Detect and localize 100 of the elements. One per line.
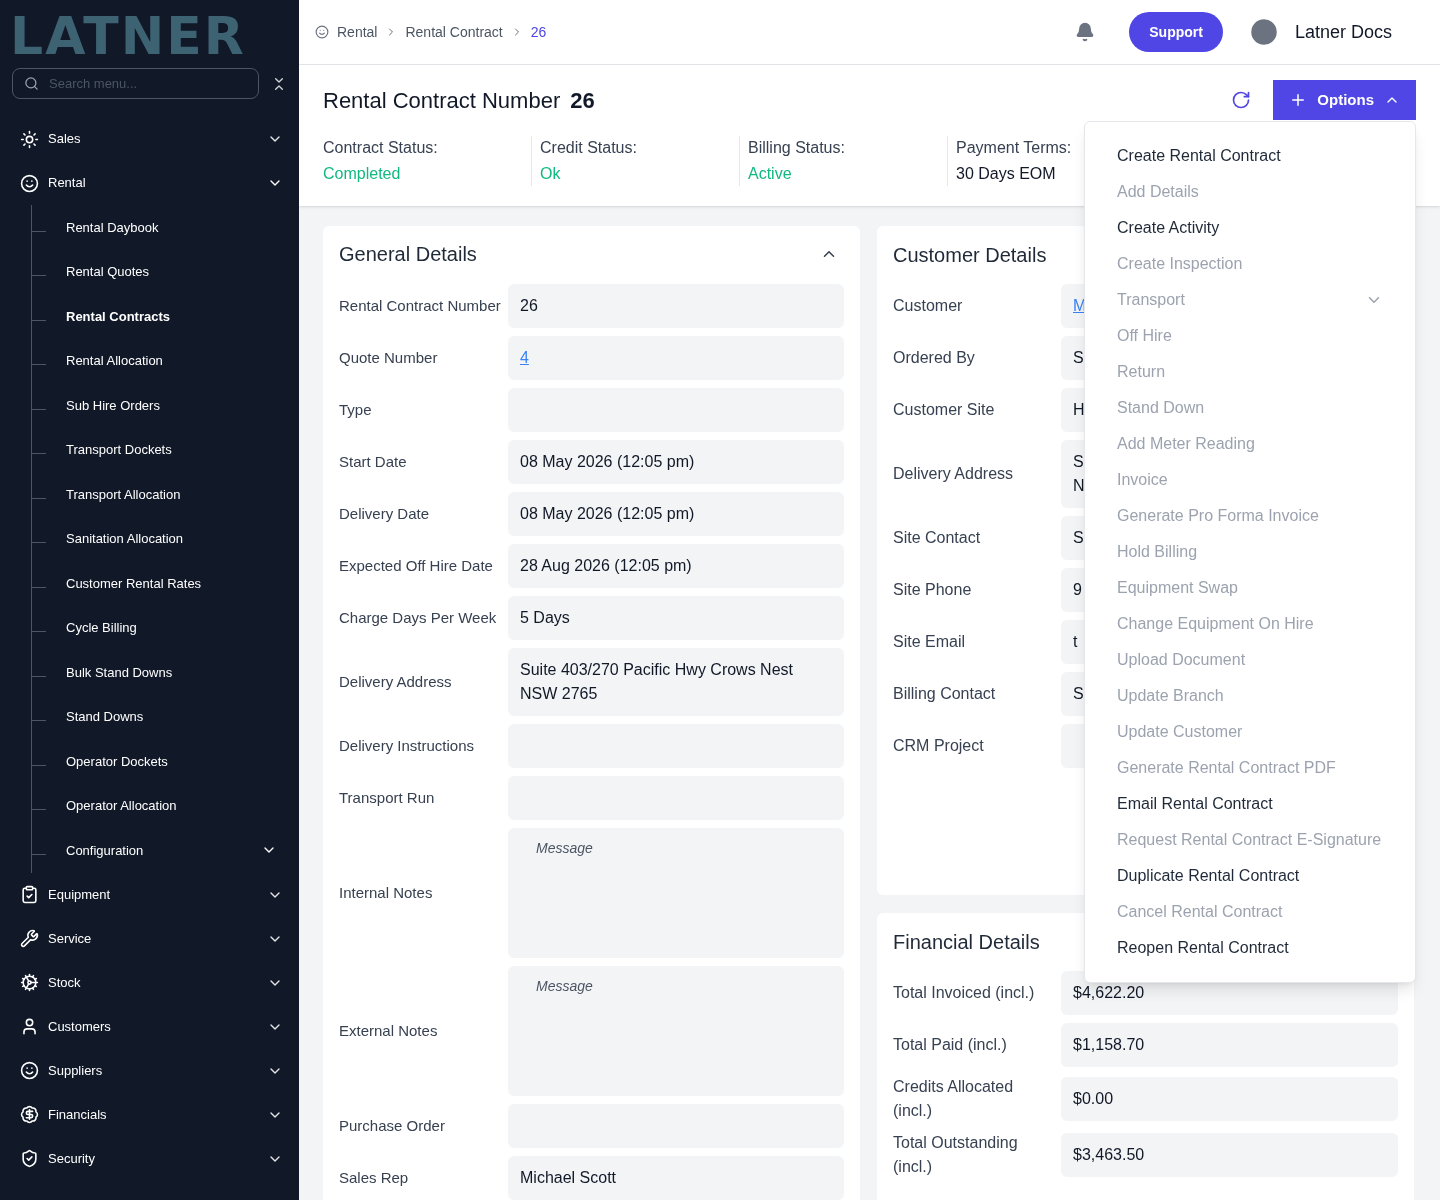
field-label: Rental Contract Number	[339, 296, 502, 316]
nav-subitem[interactable]: Sanitation Allocation	[66, 529, 277, 549]
bell-icon[interactable]	[1075, 22, 1096, 42]
field-value: 08 May 2026 (12:05 pm)	[508, 492, 844, 536]
field-label: Ordered By	[893, 348, 976, 368]
card-title: Customer Details	[893, 243, 1047, 268]
status-label: Credit Status:	[540, 138, 637, 158]
field-label: Site Email	[893, 632, 967, 652]
field-label: Start Date	[339, 452, 408, 472]
field-label: Total Invoiced (incl.)	[893, 983, 1036, 1003]
field-label: Customer Site	[893, 400, 996, 420]
menu-item[interactable]: Email Rental Contract	[1085, 786, 1415, 822]
nav-subitem[interactable]: Transport Dockets	[66, 440, 277, 460]
field-label: Purchase Order	[339, 1116, 446, 1136]
field-value: Michael Scott	[508, 1156, 844, 1200]
menu-item[interactable]: Create Rental Contract	[1085, 138, 1415, 174]
cog-icon	[20, 973, 39, 992]
user-name[interactable]: Latner Docs	[1294, 18, 1392, 46]
field-value: $1,158.70	[1061, 1023, 1398, 1067]
breadcrumb-link[interactable]: Rental Contract	[405, 21, 503, 43]
field-label: Charge Days Per Week	[339, 608, 498, 628]
menu-item[interactable]: Reopen Rental Contract	[1085, 930, 1415, 966]
nav-item[interactable]: Financials	[0, 1092, 299, 1137]
nav-subitem[interactable]: Configuration	[66, 840, 277, 860]
status-label: Payment Terms:	[956, 138, 1072, 158]
support-button[interactable]: Support	[1129, 12, 1223, 52]
dollar-icon	[20, 1105, 39, 1124]
breadcrumb-link[interactable]: 26	[530, 21, 547, 43]
menu-item[interactable]: Duplicate Rental Contract	[1085, 858, 1415, 894]
field-label: Type	[339, 400, 373, 420]
nav-item[interactable]: Security	[0, 1136, 299, 1181]
nav-subitem[interactable]: Customer Rental Rates	[66, 573, 277, 593]
nav-subitem[interactable]: Operator Dockets	[66, 751, 277, 771]
face-icon	[20, 1061, 39, 1080]
field-value: 28 Aug 2026 (12:05 pm)	[508, 544, 844, 588]
field-label: Expected Off Hire Date	[339, 556, 494, 576]
notes-field[interactable]: Message	[508, 828, 844, 958]
nav-subitem[interactable]: Rental Quotes	[66, 262, 277, 282]
nav-subitem[interactable]: Bulk Stand Downs	[66, 662, 277, 682]
nav-subitem[interactable]: Stand Downs	[66, 707, 277, 727]
nav-item[interactable]: Sales	[0, 117, 299, 161]
field-value: 26	[508, 284, 844, 328]
field-label: Delivery Address	[893, 464, 1015, 484]
field-label: Internal Notes	[339, 883, 434, 903]
field-label: Delivery Date	[339, 504, 431, 524]
notes-field[interactable]: Message	[508, 966, 844, 1096]
search-field[interactable]: Search menu...	[12, 68, 259, 99]
field-value: 5 Days	[508, 596, 844, 640]
page-title: Rental Contract Number	[323, 86, 561, 115]
field-label: Credits Allocated (incl.)	[893, 1077, 1015, 1121]
nav-item[interactable]: Equipment	[0, 872, 299, 917]
card-title: Financial Details	[893, 930, 1040, 955]
nav-item[interactable]: Customers	[0, 1004, 299, 1049]
status-value: Completed	[323, 164, 402, 184]
refresh-icon[interactable]	[1231, 90, 1252, 110]
status-label: Billing Status:	[748, 138, 845, 158]
nav-subitem[interactable]: Rental Daybook	[66, 217, 277, 237]
status-label: Contract Status:	[323, 138, 438, 158]
field-value: Suite 403/270 Pacific Hwy Crows Nest NSW 2765	[508, 648, 844, 716]
field-label: Site Phone	[893, 580, 973, 600]
nav-item[interactable]: Service	[0, 916, 299, 961]
field-label: Delivery Address	[339, 672, 453, 692]
field-label: External Notes	[339, 1021, 439, 1041]
field-label: Total Paid (incl.)	[893, 1035, 1008, 1055]
field-label: Site Contact	[893, 528, 982, 548]
face-icon	[315, 25, 329, 39]
nav-subitem[interactable]: Operator Allocation	[66, 796, 277, 816]
wrench-icon	[20, 929, 39, 948]
status-value: 30 Days EOM	[956, 164, 1057, 184]
field-value: $0.00	[1061, 1077, 1398, 1121]
field-label: Billing Contact	[893, 684, 997, 704]
field-label: Transport Run	[339, 788, 436, 808]
menu-item[interactable]: Create Activity	[1085, 210, 1415, 246]
nav-subitem[interactable]: Rental Allocation	[66, 351, 277, 371]
contract-number: 26	[570, 86, 595, 115]
search-icon	[24, 76, 39, 91]
nav-item[interactable]: Stock	[0, 960, 299, 1005]
nav-subitem[interactable]: Transport Allocation	[66, 484, 277, 504]
clipboard-check-icon	[20, 885, 39, 904]
field-value: $3,463.50	[1061, 1133, 1398, 1177]
breadcrumb-link[interactable]: Rental	[337, 21, 378, 43]
nav-subitem[interactable]: Sub Hire Orders	[66, 395, 277, 415]
nav-item[interactable]: Suppliers	[0, 1048, 299, 1093]
field-label: Customer	[893, 296, 964, 316]
status-value: Ok	[540, 164, 562, 184]
nav-subitem[interactable]: Rental Contracts	[66, 306, 277, 326]
status-value: Active	[748, 164, 793, 184]
field-label: Total Outstanding (incl.)	[893, 1133, 1019, 1177]
logo: LATNER	[10, 10, 246, 62]
field-value: 08 May 2026 (12:05 pm)	[508, 440, 844, 484]
field-label: CRM Project	[893, 736, 985, 756]
nav-subitem[interactable]: Cycle Billing	[66, 618, 277, 638]
field-label: Quote Number	[339, 348, 439, 368]
options-button[interactable]: Options	[1273, 80, 1416, 120]
shield-icon	[20, 1149, 39, 1168]
sun-icon	[20, 129, 39, 149]
user-icon	[20, 1017, 39, 1036]
card-title: General Details	[339, 242, 477, 267]
face-icon	[20, 173, 39, 193]
field-label: Delivery Instructions	[339, 736, 476, 756]
